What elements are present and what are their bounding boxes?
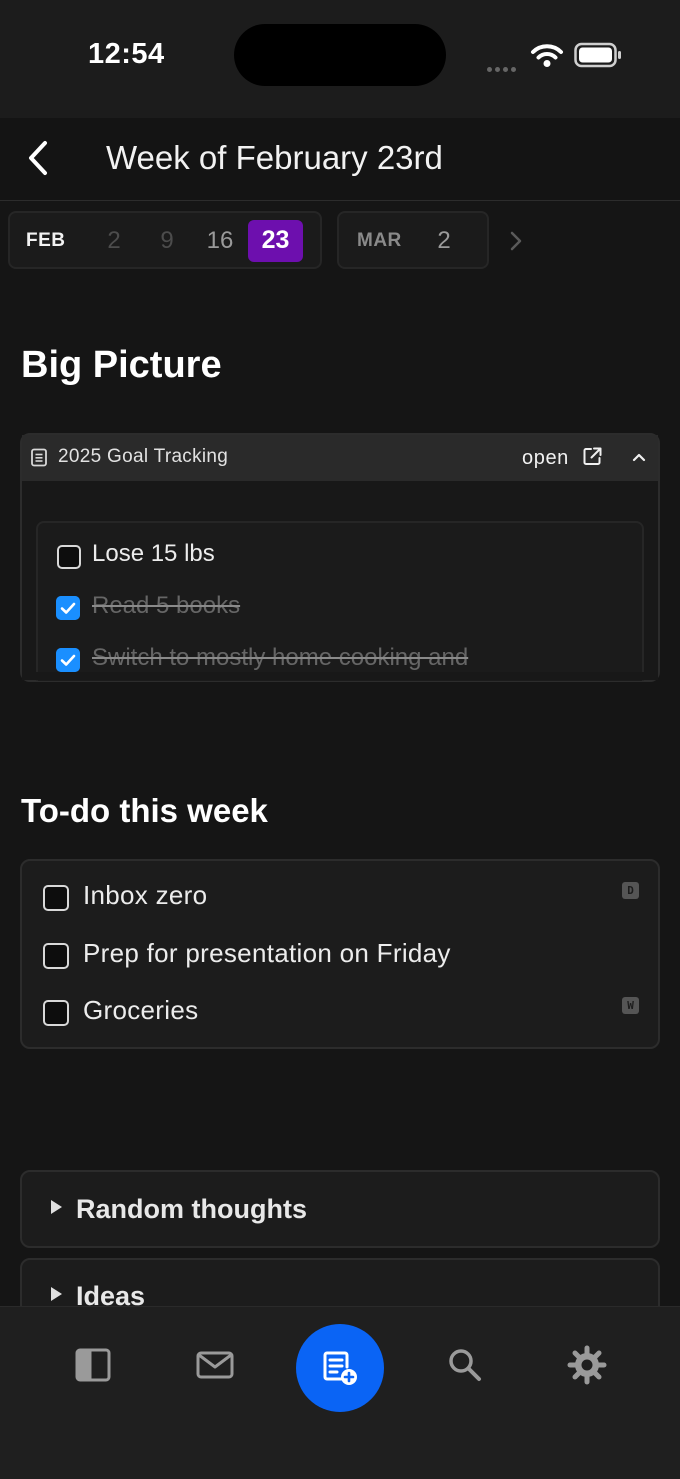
open-link[interactable]: open bbox=[522, 447, 569, 470]
external-link-icon[interactable] bbox=[582, 446, 603, 467]
todo-item-text: Prep for presentation on Friday bbox=[83, 938, 451, 968]
week-day-9[interactable]: 9 bbox=[153, 227, 181, 255]
month-label-feb: FEB bbox=[26, 230, 66, 251]
page-title: Week of February 23rd bbox=[106, 139, 443, 176]
embedded-page-title: 2025 Goal Tracking bbox=[58, 446, 229, 467]
gear-icon[interactable] bbox=[567, 1345, 607, 1385]
chevron-right-icon[interactable] bbox=[504, 226, 530, 256]
checkbox-checked[interactable] bbox=[56, 648, 80, 672]
list-item-text: Switch to mostly home cooking and bbox=[92, 644, 469, 671]
list-item-text: Lose 15 lbs bbox=[92, 540, 215, 567]
month-label-mar: MAR bbox=[357, 230, 402, 251]
week-day-16[interactable]: 16 bbox=[203, 227, 237, 255]
checkbox-checked[interactable] bbox=[56, 596, 80, 620]
todo-item-text: Groceries bbox=[83, 995, 199, 1025]
weekly-tag-icon: W bbox=[622, 997, 639, 1014]
week-day-23[interactable]: 23 bbox=[248, 226, 303, 255]
section-heading-big-picture: Big Picture bbox=[21, 344, 222, 386]
checkbox[interactable] bbox=[43, 885, 69, 911]
search-icon[interactable] bbox=[445, 1345, 485, 1385]
sidebar-icon[interactable] bbox=[73, 1345, 113, 1385]
document-icon bbox=[31, 448, 47, 467]
checkbox[interactable] bbox=[43, 1000, 69, 1026]
wifi-icon bbox=[531, 44, 563, 67]
new-note-icon[interactable] bbox=[318, 1346, 362, 1390]
chevron-up-icon[interactable] bbox=[630, 449, 648, 465]
list-item-text: Read 5 books bbox=[92, 592, 241, 619]
status-time: 12:54 bbox=[88, 38, 165, 70]
week-day-2[interactable]: 2 bbox=[100, 227, 128, 255]
embed-clip-edge bbox=[22, 672, 658, 680]
checkbox[interactable] bbox=[57, 545, 81, 569]
triangle-right-icon[interactable] bbox=[51, 1200, 62, 1214]
signal-icon bbox=[487, 59, 519, 77]
toggle-label[interactable]: Random thoughts bbox=[76, 1194, 307, 1225]
section-heading-todo: To-do this week bbox=[21, 792, 268, 829]
daily-tag-icon: D bbox=[622, 882, 639, 899]
battery-icon bbox=[574, 42, 621, 68]
back-button[interactable] bbox=[18, 136, 62, 180]
dynamic-island bbox=[234, 24, 446, 86]
checkbox[interactable] bbox=[43, 943, 69, 969]
mail-icon[interactable] bbox=[195, 1345, 235, 1385]
todo-item-text: Inbox zero bbox=[83, 880, 208, 910]
triangle-right-icon[interactable] bbox=[51, 1287, 62, 1301]
week-day-mar-2[interactable]: 2 bbox=[430, 227, 458, 255]
